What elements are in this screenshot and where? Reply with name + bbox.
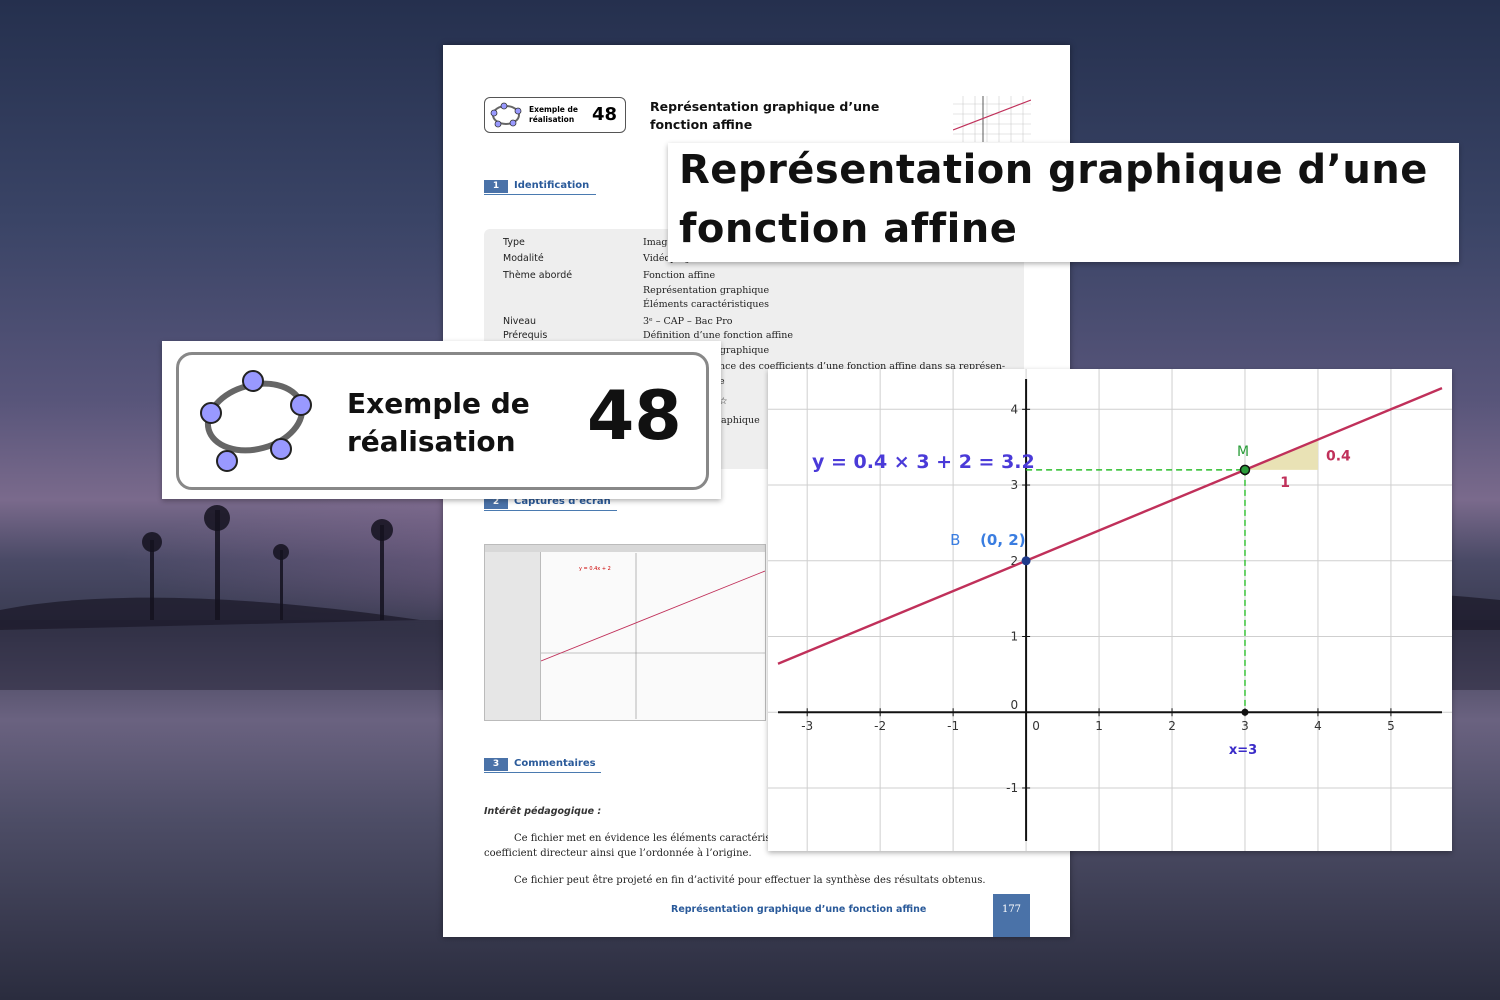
- x-tick-label: 2: [1168, 719, 1176, 733]
- x-tick-label: 0: [1032, 719, 1040, 733]
- comments-heading: Intérêt pédagogique :: [484, 806, 602, 817]
- point-m-name: M: [1237, 444, 1249, 460]
- point-b-name: B: [950, 531, 960, 549]
- y-tick-label: 4: [1010, 402, 1018, 416]
- extra-line-4: aphique: [721, 415, 760, 426]
- theme-value-3: Éléments caractéristiques: [643, 299, 770, 310]
- slope-run-label: 1: [1280, 475, 1290, 491]
- section-1-heading: 1 Identification: [484, 180, 596, 195]
- x-tick-label: 3: [1241, 719, 1249, 733]
- title-zoom-callout: Représentation graphique d’une fonction …: [668, 143, 1459, 262]
- affine-function-chart: -3 -2 -1 0 1 2 3 4 5-101234B (0, 2)My = 0.4 × 3 +…: [768, 369, 1452, 851]
- y-tick-label: -1: [1006, 781, 1018, 795]
- badge-zoom-frame: Exemple de réalisation 48: [176, 352, 709, 490]
- point-m: [1239, 464, 1251, 476]
- comment-p1-line2: coefficient directeur ainsi que l’ordonn…: [484, 848, 752, 859]
- theme-value-1: Fonction affine: [643, 270, 716, 281]
- footer-title: Représentation graphique d’une fonction …: [671, 904, 927, 915]
- x-tick-label: -3: [801, 719, 813, 733]
- x-tick-label: 1: [1095, 719, 1103, 733]
- algebra-panel: [485, 545, 541, 720]
- document-title: Représentation graphique d’une fonction a…: [650, 99, 880, 132]
- type-value: Imag: [643, 237, 668, 248]
- geogebra-logo-icon: [490, 102, 522, 128]
- x-tick-label: -2: [874, 719, 886, 733]
- equation-label: y = 0.4 × 3 + 2 = 3.2: [812, 451, 1035, 473]
- x-marker-label: x=3: [1229, 743, 1257, 758]
- title-thumbnail-graph: [953, 96, 1031, 142]
- zoom-title-line2: fonction affine: [679, 206, 1018, 252]
- niveau-value: 3ᵉ – CAP – Bac Pro: [643, 316, 733, 327]
- badge-label: Exemple de réalisation: [529, 105, 578, 124]
- point-b-coords: (0, 2): [980, 531, 1026, 549]
- graph-zoom-callout: -3 -2 -1 0 1 2 3 4 5 -1 0 1 2 3 4 B (0, 2) My = 0.4 × 3 +…: [768, 369, 1452, 851]
- type-label: Type: [503, 237, 525, 248]
- x-tick-label: 4: [1314, 719, 1322, 733]
- x-tick-label: 5: [1387, 719, 1395, 733]
- thumbnail-graph: y = 0.4x + 2: [541, 553, 765, 719]
- comment-p1-line1: Ce fichier met en évidence les éléments …: [514, 833, 775, 844]
- x-tick-label: -1: [947, 719, 959, 733]
- section-3-heading: 3 Commentaires: [484, 758, 601, 773]
- comment-p2: Ce fichier peut être projeté en fin d’ac…: [514, 875, 986, 886]
- badge-zoom-number: 48: [587, 377, 682, 456]
- niveau-label: Niveau: [503, 316, 537, 327]
- screenshot-thumbnail: y = 0.4x + 2: [484, 544, 766, 721]
- theme-label: Thème abordé: [503, 270, 573, 281]
- function-line: [777, 386, 1443, 665]
- zoom-title-line1: Représentation graphique d’une: [679, 147, 1428, 193]
- y-tick-label: 1: [1010, 630, 1018, 644]
- thumbnail-equation: y = 0.4x + 2: [579, 566, 611, 572]
- theme-value-2: Représentation graphique: [643, 285, 770, 296]
- prerequis-value-1: Définition d’une fonction affine: [643, 330, 794, 341]
- slope-rise-label: 0.4: [1326, 449, 1351, 465]
- window-titlebar: [485, 545, 765, 552]
- y-tick-label: 0: [1010, 698, 1018, 712]
- point-x3-on-axis: [1241, 708, 1249, 716]
- geogebra-logo-icon: [200, 370, 312, 472]
- prerequis-label: Prérequis: [503, 330, 548, 341]
- page-number: 177: [993, 894, 1030, 937]
- badge-zoom-label: Exemple de réalisation: [347, 387, 530, 458]
- modalite-label: Modalité: [503, 253, 544, 264]
- badge-small: Exemple de réalisation 48: [484, 97, 626, 133]
- y-tick-label: 3: [1010, 478, 1018, 492]
- badge-zoom-callout: Exemple de réalisation 48: [162, 341, 721, 499]
- point-b: [1021, 556, 1031, 566]
- badge-number: 48: [591, 104, 617, 125]
